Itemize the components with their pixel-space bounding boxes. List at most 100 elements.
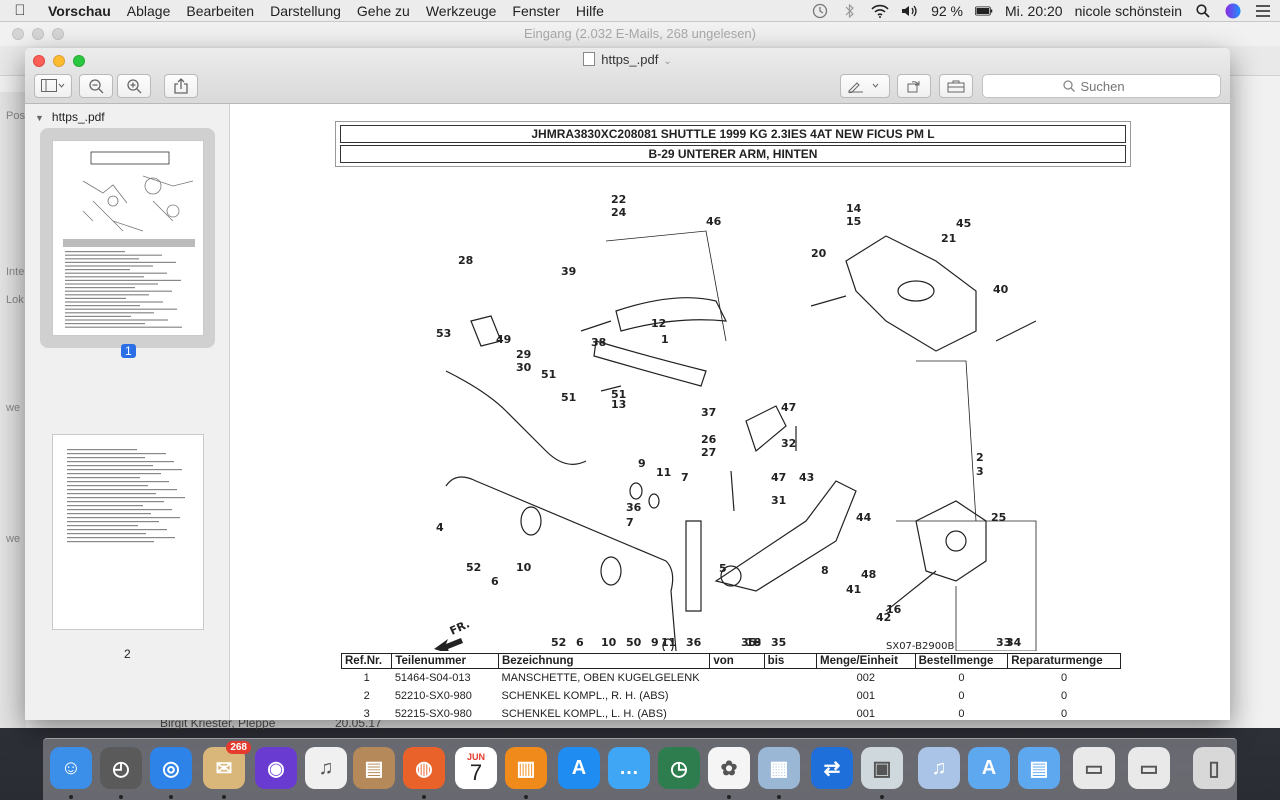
cell-description: SCHENKEL KOMPL., L. H. (ABS): [501, 707, 667, 720]
dock-mail-icon[interactable]: ✉ 268: [203, 741, 251, 789]
document-view[interactable]: JHMRA3830XC208081 SHUTTLE 1999 KG 2.3IES…: [231, 104, 1230, 720]
dock-kalender-icon[interactable]: JUN 7: [455, 747, 497, 789]
dock-nachrichten-icon[interactable]: …: [608, 747, 650, 789]
part-label: 29: [516, 348, 531, 361]
menu-bearbeiten[interactable]: Bearbeiten: [178, 3, 262, 19]
thumbnail-sidebar: ▼ https_.pdf 1 2: [25, 104, 230, 720]
table-row: 3 52215-SX0-980 SCHENKEL KOMPL., L. H. (…: [342, 705, 1121, 721]
dock-ibooks-icon[interactable]: ▥: [505, 747, 547, 789]
part-label: 10: [516, 561, 532, 574]
running-indicator: [777, 795, 781, 799]
toolbox-button[interactable]: [939, 74, 973, 98]
page-header-box: JHMRA3830XC208081 SHUTTLE 1999 KG 2.3IES…: [335, 121, 1131, 167]
dock-vorschau-icon[interactable]: ▣: [861, 747, 903, 789]
page-thumbnail-1[interactable]: [52, 140, 204, 336]
part-label: 47: [781, 401, 796, 414]
dock-vorschau-bilder-icon[interactable]: ▦: [758, 747, 800, 789]
volume-icon[interactable]: [901, 4, 919, 18]
part-label: 6: [576, 636, 584, 649]
front-direction-arrow: FR.: [434, 617, 472, 654]
part-label: 37: [701, 406, 716, 419]
dock-bild-2-icon[interactable]: ▭: [1128, 747, 1170, 789]
menu-darstellung[interactable]: Darstellung: [262, 3, 349, 19]
wifi-icon[interactable]: [871, 4, 889, 18]
menu-ablage[interactable]: Ablage: [119, 3, 179, 19]
menu-hilfe[interactable]: Hilfe: [568, 3, 612, 19]
zoom-out-button[interactable]: [79, 74, 113, 98]
dock-launchpad-icon[interactable]: ◴: [100, 747, 142, 789]
sidebar-document-title: https_.pdf: [51, 110, 105, 124]
document-title[interactable]: https_.pdf ⌄: [25, 52, 1230, 67]
pdf-page: JHMRA3830XC208081 SHUTTLE 1999 KG 2.3IES…: [335, 121, 1135, 720]
notification-center-icon[interactable]: [1254, 4, 1272, 18]
menubar-clock[interactable]: Mi. 20:20: [1005, 3, 1063, 19]
part-label: 28: [458, 254, 473, 267]
page-number-1[interactable]: 1: [121, 344, 136, 358]
battery-percent[interactable]: 92 %: [931, 3, 963, 19]
dock-app-store-icon[interactable]: A: [558, 747, 600, 789]
running-indicator: [69, 795, 73, 799]
dock-itunes-icon[interactable]: ♫: [305, 747, 347, 789]
part-label: 25: [991, 511, 1006, 524]
menu-werkzeuge[interactable]: Werkzeuge: [418, 3, 505, 19]
part-labels: 2224461415 45212040283912153 4929305138511…: [436, 193, 1022, 649]
sidebar-document-header[interactable]: ▼ https_.pdf: [35, 110, 105, 124]
vehicle-header: JHMRA3830XC208081 SHUTTLE 1999 KG 2.3IES…: [340, 125, 1126, 143]
mail-close-button[interactable]: [12, 28, 24, 40]
dock-kontakte-icon[interactable]: ▤: [353, 747, 395, 789]
siri-icon[interactable]: [1224, 3, 1242, 19]
dock-finder-icon[interactable]: ☺: [50, 747, 92, 789]
markup-button[interactable]: [840, 74, 890, 98]
running-indicator: [169, 795, 173, 799]
dock-time-machine-icon[interactable]: ◷: [658, 747, 700, 789]
table-row: 1 51464-S04-013 MANSCHETTE, OBEN KUGELGE…: [342, 669, 1121, 687]
part-label: 16: [886, 603, 902, 616]
direction-label: FR.: [448, 617, 472, 637]
dock-firefox-icon[interactable]: ◍: [403, 747, 445, 789]
cell-ref: 2: [363, 689, 370, 702]
dock-bild-1-icon[interactable]: ▭: [1073, 747, 1115, 789]
mail-minimize-button[interactable]: [32, 28, 44, 40]
part-label: 43: [799, 471, 814, 484]
part-label: 8: [821, 564, 829, 577]
running-indicator: [727, 795, 731, 799]
dock-dokumente-icon[interactable]: ▤: [1018, 747, 1060, 789]
time-machine-icon[interactable]: [811, 3, 829, 19]
part-label: 9: [651, 636, 659, 649]
dock-fotos-icon[interactable]: ✿: [708, 747, 750, 789]
share-button[interactable]: [164, 74, 198, 98]
spotlight-search-icon[interactable]: [1194, 4, 1212, 18]
document-filename: https_.pdf: [601, 52, 659, 67]
bluetooth-icon[interactable]: [841, 3, 859, 19]
page-number-2[interactable]: 2: [124, 647, 131, 661]
dock-itunes-ordner-icon[interactable]: ♫: [918, 747, 960, 789]
col-to: bis: [763, 653, 818, 669]
menu-app-name[interactable]: Vorschau: [40, 3, 119, 19]
search-field[interactable]: [982, 74, 1221, 98]
menu-gehe-zu[interactable]: Gehe zu: [349, 3, 418, 19]
rotate-button[interactable]: [897, 74, 931, 98]
disclosure-triangle-icon[interactable]: ▼: [35, 113, 44, 123]
dock-teamviewer-icon[interactable]: ⇄: [811, 747, 853, 789]
dock-programme-icon[interactable]: A: [968, 747, 1010, 789]
mail-window-title: Eingang (2.032 E-Mails, 268 ungelesen): [524, 26, 756, 41]
sidebar-toggle-button[interactable]: [34, 74, 72, 98]
cell-part-number: 52215-SX0-980: [394, 707, 472, 720]
part-label: 40: [993, 283, 1009, 296]
part-label: 24: [611, 206, 627, 219]
section-header: B-29 UNTERER ARM, HINTEN: [340, 145, 1126, 163]
mail-zoom-button[interactable]: [52, 28, 64, 40]
battery-icon[interactable]: [975, 4, 993, 18]
menu-fenster[interactable]: Fenster: [504, 3, 567, 19]
menubar-user[interactable]: nicole schönstein: [1075, 3, 1182, 19]
cell-quantity: 001: [856, 689, 875, 702]
page-thumbnail-2[interactable]: [52, 434, 204, 630]
apple-menu-icon[interactable]: : [0, 2, 40, 19]
cell-order-qty: 0: [958, 707, 965, 720]
part-label: 36: [686, 636, 702, 649]
dock-siri-icon[interactable]: ◉: [255, 747, 297, 789]
search-input[interactable]: [1080, 78, 1141, 94]
dock-papierkorb-icon[interactable]: ▯: [1193, 747, 1235, 789]
dock-safari-icon[interactable]: ◎: [150, 747, 192, 789]
zoom-in-button[interactable]: [117, 74, 151, 98]
